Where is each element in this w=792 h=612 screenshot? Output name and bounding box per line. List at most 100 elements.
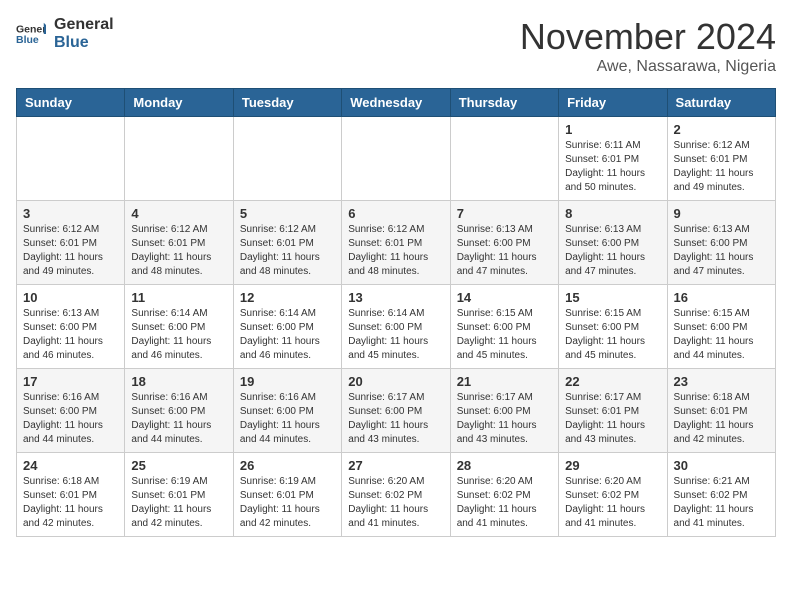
cell-info: Sunrise: 6:12 AM Sunset: 6:01 PM Dayligh… xyxy=(674,139,769,195)
calendar-cell: 24 Sunrise: 6:18 AM Sunset: 6:01 PM Dayli… xyxy=(17,453,125,537)
calendar-week-row: 17 Sunrise: 6:16 AM Sunset: 6:00 PM Dayli… xyxy=(17,369,776,453)
calendar-cell: 15 Sunrise: 6:15 AM Sunset: 6:00 PM Dayli… xyxy=(559,285,667,369)
calendar-week-row: 1Sunrise: 6:11 AM Sunset: 6:01 PM Daylig… xyxy=(17,117,776,201)
calendar-cell: 21Sunrise: 6:17 AM Sunset: 6:00 PM Dayli… xyxy=(450,369,558,453)
calendar-cell: 17 Sunrise: 6:16 AM Sunset: 6:00 PM Dayli… xyxy=(17,369,125,453)
calendar-cell: 30 Sunrise: 6:21 AM Sunset: 6:02 PM Dayli… xyxy=(667,453,775,537)
cell-info: Sunrise: 6:18 AM Sunset: 6:01 PM Dayligh… xyxy=(23,475,118,531)
logo-icon: General Blue xyxy=(16,19,46,49)
day-number: 3 xyxy=(23,206,118,221)
day-number: 30 xyxy=(674,458,769,473)
calendar-header-row: SundayMondayTuesdayWednesdayThursdayFrid… xyxy=(17,89,776,117)
cell-info: Sunrise: 6:19 AM Sunset: 6:01 PM Dayligh… xyxy=(240,475,335,531)
cell-info: Sunrise: 6:19 AM Sunset: 6:01 PM Dayligh… xyxy=(131,475,226,531)
cell-info: Sunrise: 6:16 AM Sunset: 6:00 PM Dayligh… xyxy=(240,391,335,447)
day-number: 18 xyxy=(131,374,226,389)
calendar-week-row: 10Sunrise: 6:13 AM Sunset: 6:00 PM Dayli… xyxy=(17,285,776,369)
cell-info: Sunrise: 6:12 AM Sunset: 6:01 PM Dayligh… xyxy=(131,223,226,279)
cell-info: Sunrise: 6:20 AM Sunset: 6:02 PM Dayligh… xyxy=(565,475,660,531)
logo-general: General xyxy=(54,16,114,34)
calendar-cell: 9Sunrise: 6:13 AM Sunset: 6:00 PM Daylig… xyxy=(667,201,775,285)
day-number: 4 xyxy=(131,206,226,221)
calendar-cell: 26 Sunrise: 6:19 AM Sunset: 6:01 PM Dayli… xyxy=(233,453,341,537)
cell-info: Sunrise: 6:12 AM Sunset: 6:01 PM Dayligh… xyxy=(348,223,443,279)
calendar-cell: 22 Sunrise: 6:17 AM Sunset: 6:01 PM Dayli… xyxy=(559,369,667,453)
day-number: 23 xyxy=(674,374,769,389)
day-number: 1 xyxy=(565,122,660,137)
calendar-cell: 20Sunrise: 6:17 AM Sunset: 6:00 PM Dayli… xyxy=(342,369,450,453)
cell-info: Sunrise: 6:15 AM Sunset: 6:00 PM Dayligh… xyxy=(674,307,769,363)
svg-text:Blue: Blue xyxy=(16,34,39,46)
day-number: 5 xyxy=(240,206,335,221)
cell-info: Sunrise: 6:13 AM Sunset: 6:00 PM Dayligh… xyxy=(565,223,660,279)
cell-info: Sunrise: 6:21 AM Sunset: 6:02 PM Dayligh… xyxy=(674,475,769,531)
cell-info: Sunrise: 6:17 AM Sunset: 6:00 PM Dayligh… xyxy=(457,391,552,447)
day-number: 13 xyxy=(348,290,443,305)
cell-info: Sunrise: 6:16 AM Sunset: 6:00 PM Dayligh… xyxy=(23,391,118,447)
calendar-cell xyxy=(450,117,558,201)
cell-info: Sunrise: 6:17 AM Sunset: 6:01 PM Dayligh… xyxy=(565,391,660,447)
calendar-cell: 6Sunrise: 6:12 AM Sunset: 6:01 PM Daylig… xyxy=(342,201,450,285)
month-title: November 2024 xyxy=(520,16,776,58)
cell-info: Sunrise: 6:17 AM Sunset: 6:00 PM Dayligh… xyxy=(348,391,443,447)
day-number: 25 xyxy=(131,458,226,473)
title-block: November 2024 Awe, Nassarawa, Nigeria xyxy=(520,16,776,76)
calendar-cell: 11Sunrise: 6:14 AM Sunset: 6:00 PM Dayli… xyxy=(125,285,233,369)
day-number: 17 xyxy=(23,374,118,389)
calendar-cell: 5 Sunrise: 6:12 AM Sunset: 6:01 PM Daylig… xyxy=(233,201,341,285)
weekday-header: Saturday xyxy=(667,89,775,117)
calendar-cell: 23 Sunrise: 6:18 AM Sunset: 6:01 PM Dayli… xyxy=(667,369,775,453)
calendar-cell xyxy=(342,117,450,201)
calendar-cell: 8 Sunrise: 6:13 AM Sunset: 6:00 PM Daylig… xyxy=(559,201,667,285)
calendar-cell: 16 Sunrise: 6:15 AM Sunset: 6:00 PM Dayli… xyxy=(667,285,775,369)
cell-info: Sunrise: 6:15 AM Sunset: 6:00 PM Dayligh… xyxy=(457,307,552,363)
day-number: 7 xyxy=(457,206,552,221)
cell-info: Sunrise: 6:20 AM Sunset: 6:02 PM Dayligh… xyxy=(457,475,552,531)
weekday-header: Monday xyxy=(125,89,233,117)
calendar-cell xyxy=(125,117,233,201)
calendar-week-row: 24 Sunrise: 6:18 AM Sunset: 6:01 PM Dayli… xyxy=(17,453,776,537)
calendar-cell xyxy=(17,117,125,201)
logo-blue: Blue xyxy=(54,34,114,52)
day-number: 22 xyxy=(565,374,660,389)
day-number: 19 xyxy=(240,374,335,389)
day-number: 14 xyxy=(457,290,552,305)
calendar-cell: 18 Sunrise: 6:16 AM Sunset: 6:00 PM Dayli… xyxy=(125,369,233,453)
calendar-cell: 29 Sunrise: 6:20 AM Sunset: 6:02 PM Dayli… xyxy=(559,453,667,537)
cell-info: Sunrise: 6:18 AM Sunset: 6:01 PM Dayligh… xyxy=(674,391,769,447)
calendar-table: SundayMondayTuesdayWednesdayThursdayFrid… xyxy=(16,88,776,537)
day-number: 10 xyxy=(23,290,118,305)
cell-info: Sunrise: 6:14 AM Sunset: 6:00 PM Dayligh… xyxy=(240,307,335,363)
day-number: 29 xyxy=(565,458,660,473)
day-number: 12 xyxy=(240,290,335,305)
page-header: General Blue General Blue November 2024 … xyxy=(16,16,776,76)
calendar-cell: 10Sunrise: 6:13 AM Sunset: 6:00 PM Dayli… xyxy=(17,285,125,369)
calendar-cell: 12 Sunrise: 6:14 AM Sunset: 6:00 PM Dayli… xyxy=(233,285,341,369)
cell-info: Sunrise: 6:14 AM Sunset: 6:00 PM Dayligh… xyxy=(131,307,226,363)
cell-info: Sunrise: 6:12 AM Sunset: 6:01 PM Dayligh… xyxy=(240,223,335,279)
calendar-cell xyxy=(233,117,341,201)
weekday-header: Wednesday xyxy=(342,89,450,117)
day-number: 28 xyxy=(457,458,552,473)
calendar-cell: 19 Sunrise: 6:16 AM Sunset: 6:00 PM Dayli… xyxy=(233,369,341,453)
calendar-cell: 28 Sunrise: 6:20 AM Sunset: 6:02 PM Dayli… xyxy=(450,453,558,537)
cell-info: Sunrise: 6:12 AM Sunset: 6:01 PM Dayligh… xyxy=(23,223,118,279)
day-number: 24 xyxy=(23,458,118,473)
day-number: 26 xyxy=(240,458,335,473)
calendar-cell: 27Sunrise: 6:20 AM Sunset: 6:02 PM Dayli… xyxy=(342,453,450,537)
cell-info: Sunrise: 6:20 AM Sunset: 6:02 PM Dayligh… xyxy=(348,475,443,531)
day-number: 2 xyxy=(674,122,769,137)
calendar-cell: 13Sunrise: 6:14 AM Sunset: 6:00 PM Dayli… xyxy=(342,285,450,369)
cell-info: Sunrise: 6:16 AM Sunset: 6:00 PM Dayligh… xyxy=(131,391,226,447)
day-number: 8 xyxy=(565,206,660,221)
day-number: 16 xyxy=(674,290,769,305)
weekday-header: Friday xyxy=(559,89,667,117)
cell-info: Sunrise: 6:15 AM Sunset: 6:00 PM Dayligh… xyxy=(565,307,660,363)
weekday-header: Thursday xyxy=(450,89,558,117)
location: Awe, Nassarawa, Nigeria xyxy=(520,58,776,76)
logo: General Blue General Blue xyxy=(16,16,114,51)
calendar-cell: 25 Sunrise: 6:19 AM Sunset: 6:01 PM Dayli… xyxy=(125,453,233,537)
calendar-cell: 4 Sunrise: 6:12 AM Sunset: 6:01 PM Daylig… xyxy=(125,201,233,285)
day-number: 15 xyxy=(565,290,660,305)
calendar-body: 1Sunrise: 6:11 AM Sunset: 6:01 PM Daylig… xyxy=(17,117,776,537)
